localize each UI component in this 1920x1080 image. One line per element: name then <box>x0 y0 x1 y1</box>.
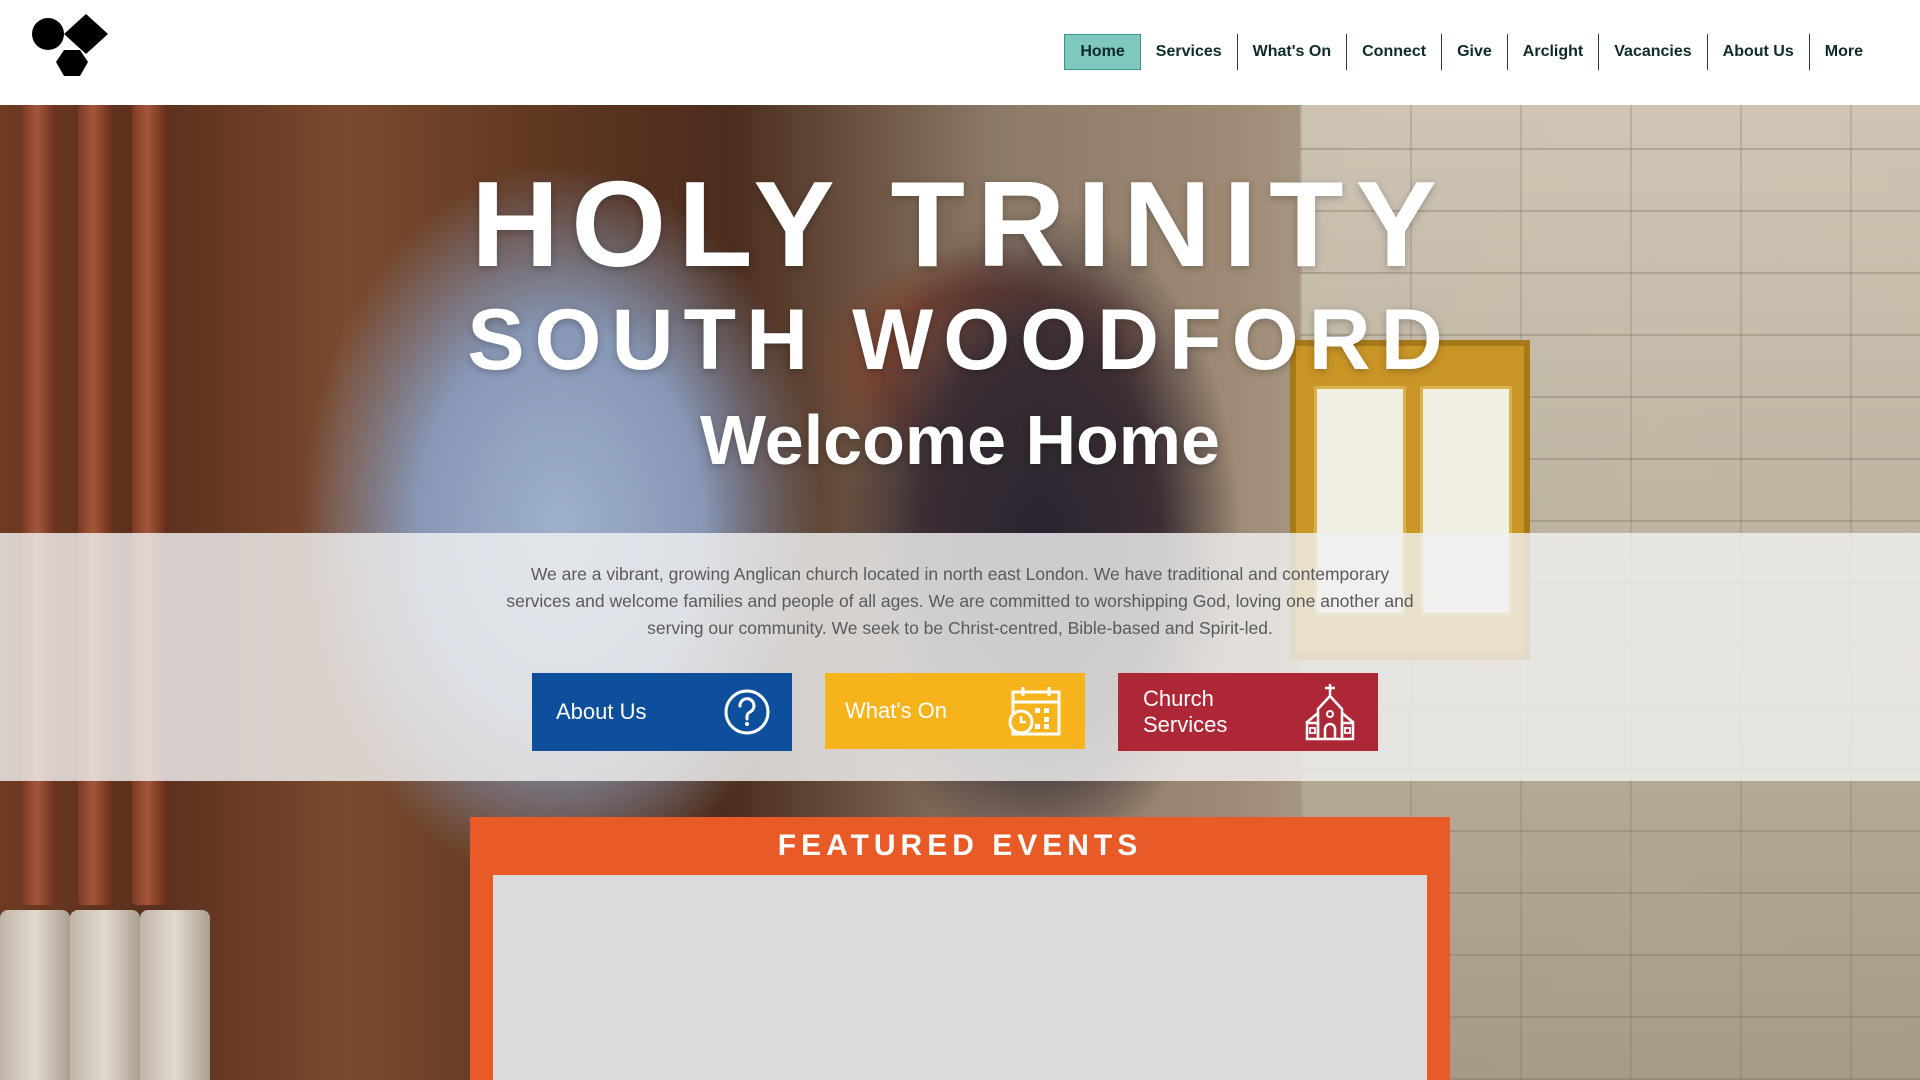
calendar-clock-icon <box>1008 687 1061 736</box>
nav-label: Give <box>1457 43 1492 60</box>
nav-item-services[interactable]: Services <box>1141 34 1237 70</box>
church-services-button-label: Church Services <box>1143 686 1228 737</box>
nav-label: More <box>1824 43 1863 60</box>
nav-item-about-us[interactable]: About Us <box>1706 34 1809 70</box>
featured-events-section: FEATURED EVENTS <box>470 817 1450 1080</box>
hero-section: HOLY TRINITY SOUTH WOODFORD Welcome Home… <box>0 105 1920 1080</box>
nav-item-home[interactable]: Home <box>1064 34 1141 70</box>
church-services-button[interactable]: Church Services <box>1118 673 1378 751</box>
whats-on-button[interactable]: What's On <box>825 673 1085 749</box>
nav-item-give[interactable]: Give <box>1441 34 1507 70</box>
intro-text: We are a vibrant, growing Anglican churc… <box>506 564 1414 638</box>
intro-band: We are a vibrant, growing Anglican churc… <box>0 533 1920 781</box>
question-circle-icon <box>724 689 770 735</box>
hero-title-line2: SOUTH WOODFORD <box>467 292 1453 388</box>
pillar-base-decoration <box>140 910 210 1080</box>
nav-label: Arclight <box>1522 43 1584 60</box>
about-us-button-label: About Us <box>556 699 647 724</box>
nav-item-more[interactable]: More <box>1808 34 1878 70</box>
pillar-base-decoration <box>0 910 70 1080</box>
featured-events-panel[interactable] <box>493 875 1427 1080</box>
church-icon <box>1305 684 1355 741</box>
main-navigation: Home Services What's On Connect Give Arc… <box>1064 34 1878 70</box>
nav-item-whats-on[interactable]: What's On <box>1236 34 1346 70</box>
nav-item-arclight[interactable]: Arclight <box>1506 34 1598 70</box>
nav-label: Home <box>1080 43 1125 60</box>
nav-item-connect[interactable]: Connect <box>1346 34 1441 70</box>
site-logo-icon[interactable] <box>30 14 110 82</box>
about-us-button[interactable]: About Us <box>532 673 792 751</box>
nav-label: About Us <box>1722 43 1794 60</box>
hero-title-line1: HOLY TRINITY <box>471 156 1449 292</box>
hero-tagline: Welcome Home <box>700 401 1220 479</box>
pillar-base-decoration <box>70 910 140 1080</box>
whats-on-button-label: What's On <box>845 698 948 723</box>
nav-label: Connect <box>1362 43 1427 60</box>
nav-label: What's On <box>1252 43 1332 60</box>
nav-label: Services <box>1155 43 1222 60</box>
nav-item-vacancies[interactable]: Vacancies <box>1598 34 1706 70</box>
site-header: Home Services What's On Connect Give Arc… <box>0 0 1920 105</box>
featured-events-title: FEATURED EVENTS <box>777 829 1143 862</box>
nav-label: Vacancies <box>1614 43 1692 60</box>
